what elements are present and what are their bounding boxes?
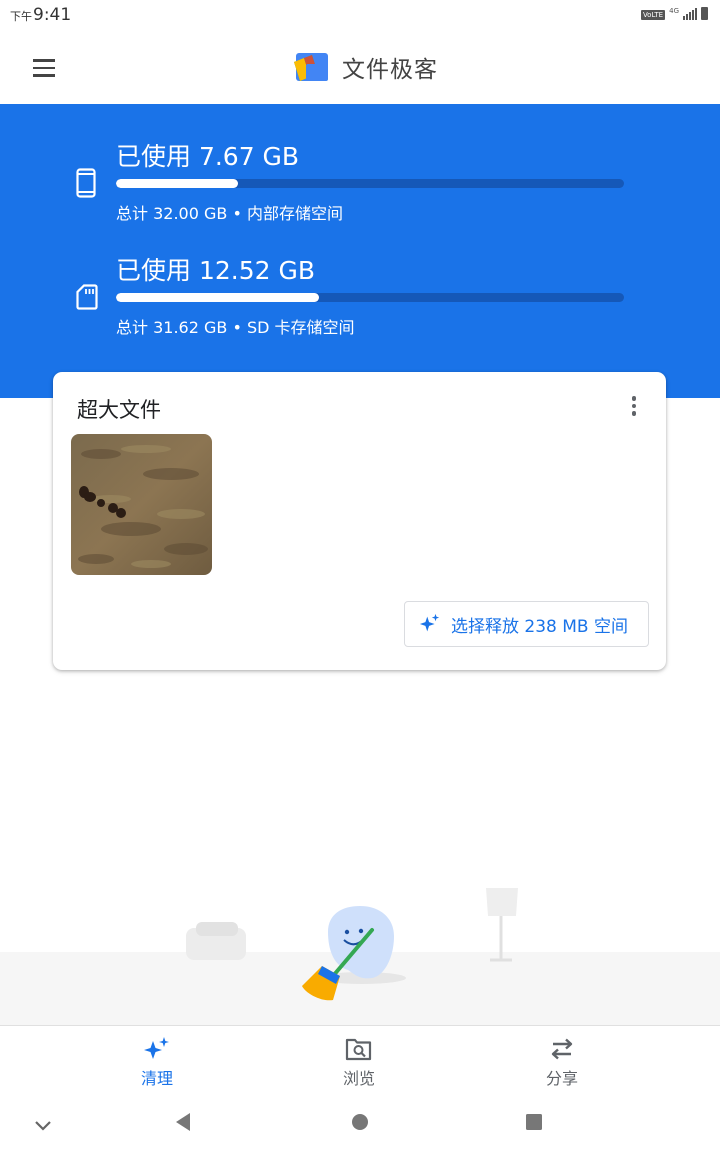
- recents-button[interactable]: [519, 1107, 549, 1137]
- bison-photo: [71, 434, 212, 575]
- internal-storage-item[interactable]: 已使用 7.67 GB 总计 32.00 GB • 内部存储空间: [0, 134, 720, 234]
- app-title: 文件极客: [342, 57, 438, 83]
- card-title: 超大文件: [77, 398, 161, 422]
- more-options-button[interactable]: [624, 392, 644, 420]
- large-file-thumbnail[interactable]: [71, 434, 212, 575]
- internal-usage-fill: [116, 179, 238, 188]
- storage-summary: 已使用 7.67 GB 总计 32.00 GB • 内部存储空间 已使用 12.…: [0, 104, 720, 398]
- app-bar: 文件极客: [0, 30, 720, 104]
- network-type: 4G: [669, 7, 679, 15]
- status-icons: VoLTE 4G: [640, 7, 708, 20]
- sparkle-icon: [419, 613, 440, 632]
- sparkle-icon: [144, 1037, 169, 1059]
- internal-total-text: 总计 32.00 GB • 内部存储空间: [116, 204, 343, 223]
- time-value: 9:41: [33, 5, 72, 25]
- app-title-group: 文件极客: [292, 50, 438, 84]
- status-bar: 下午9:41 VoLTE 4G: [0, 0, 720, 30]
- hide-nav-button[interactable]: [28, 1111, 58, 1141]
- recents-square-icon: [526, 1114, 542, 1130]
- nav-clean-label: 清理: [140, 1069, 173, 1088]
- free-space-label: 选择释放 238 MB 空间: [451, 616, 628, 637]
- lamp-icon: [486, 888, 518, 962]
- browse-icon: [345, 1038, 372, 1061]
- menu-icon: [33, 59, 55, 62]
- internal-usage-bar: [116, 179, 624, 188]
- system-navigation-bar: [0, 1095, 720, 1152]
- volte-badge: VoLTE: [640, 10, 666, 20]
- home-button[interactable]: [345, 1107, 375, 1137]
- time-prefix: 下午: [10, 10, 32, 23]
- nav-share[interactable]: 分享: [502, 1036, 622, 1089]
- status-time: 下午9:41: [10, 5, 71, 25]
- back-button[interactable]: [168, 1107, 198, 1137]
- back-triangle-icon: [176, 1113, 190, 1131]
- chevron-down-icon: [35, 1121, 51, 1131]
- large-files-card: 超大文件 选择释放 238 MB 空间: [53, 372, 666, 670]
- home-circle-icon: [352, 1114, 368, 1130]
- sofa-icon: [186, 922, 246, 960]
- cleaning-mascot-illustration: [186, 888, 518, 1001]
- sd-storage-item[interactable]: 已使用 12.52 GB 总计 31.62 GB • SD 卡存储空间: [0, 248, 720, 348]
- nav-share-label: 分享: [545, 1069, 578, 1088]
- more-vert-icon: [631, 396, 637, 401]
- battery-icon: [701, 7, 708, 20]
- sd-total-text: 总计 31.62 GB • SD 卡存储空间: [116, 318, 355, 337]
- sd-usage-fill: [116, 293, 320, 302]
- sd-card-icon: [76, 284, 98, 310]
- nav-browse[interactable]: 浏览: [299, 1036, 419, 1089]
- sd-usage-bar: [116, 293, 624, 302]
- phone-icon: [76, 168, 96, 198]
- menu-button[interactable]: [22, 50, 66, 86]
- bottom-navigation: 清理 浏览 分享: [0, 1025, 720, 1096]
- nav-clean[interactable]: 清理: [97, 1036, 217, 1089]
- internal-used-text: 已使用 7.67 GB: [116, 142, 300, 171]
- free-space-button[interactable]: 选择释放 238 MB 空间: [404, 601, 649, 647]
- sd-used-text: 已使用 12.52 GB: [116, 256, 315, 285]
- swap-arrows-icon: [551, 1038, 573, 1060]
- app-logo-icon: [294, 53, 328, 81]
- signal-icon: [683, 8, 697, 20]
- nav-browse-label: 浏览: [342, 1069, 375, 1088]
